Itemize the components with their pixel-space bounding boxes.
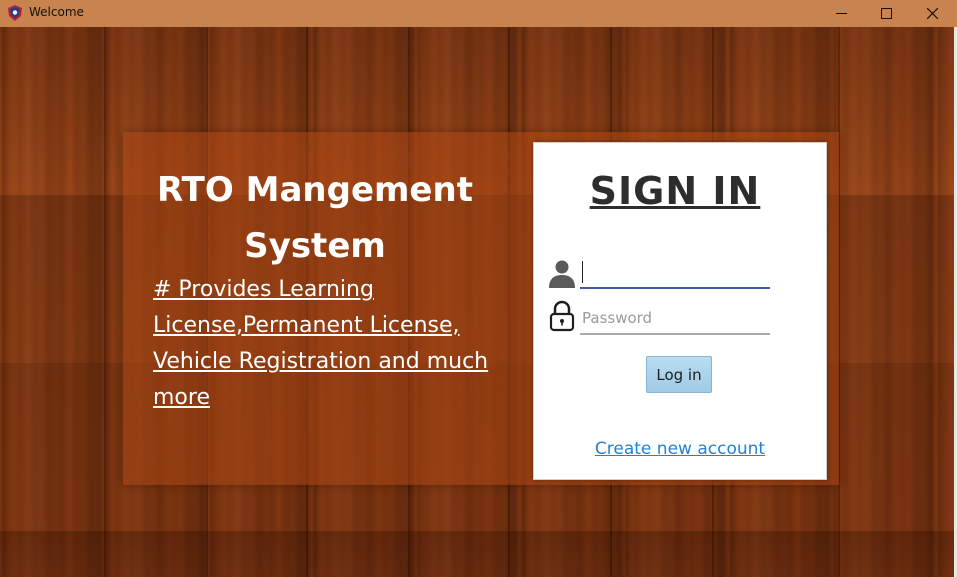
minimize-icon xyxy=(835,13,847,14)
signin-panel: SIGN IN Log in Create new account xyxy=(533,142,827,480)
wood-seam xyxy=(104,27,106,577)
password-input[interactable] xyxy=(580,303,770,335)
lock-icon xyxy=(549,300,575,332)
text-cursor xyxy=(582,261,583,283)
minimize-button[interactable] xyxy=(818,0,864,27)
title-bar: Welcome xyxy=(0,0,957,27)
signin-title: SIGN IN xyxy=(589,169,761,213)
close-icon xyxy=(926,8,938,19)
maximize-button[interactable] xyxy=(863,0,909,27)
close-button[interactable] xyxy=(909,0,955,27)
login-button[interactable]: Log in xyxy=(646,356,712,393)
username-input[interactable] xyxy=(580,257,770,289)
create-account-link[interactable]: Create new account xyxy=(534,439,826,459)
window-title: Welcome xyxy=(29,5,84,19)
app-title: RTO Mangement System xyxy=(157,170,473,266)
user-icon xyxy=(547,258,577,288)
app-shield-icon xyxy=(8,5,22,21)
maximize-icon xyxy=(880,8,892,19)
tagline-text: # Provides Learning License,Permanent Li… xyxy=(153,277,489,410)
wood-plank-row xyxy=(0,531,957,577)
